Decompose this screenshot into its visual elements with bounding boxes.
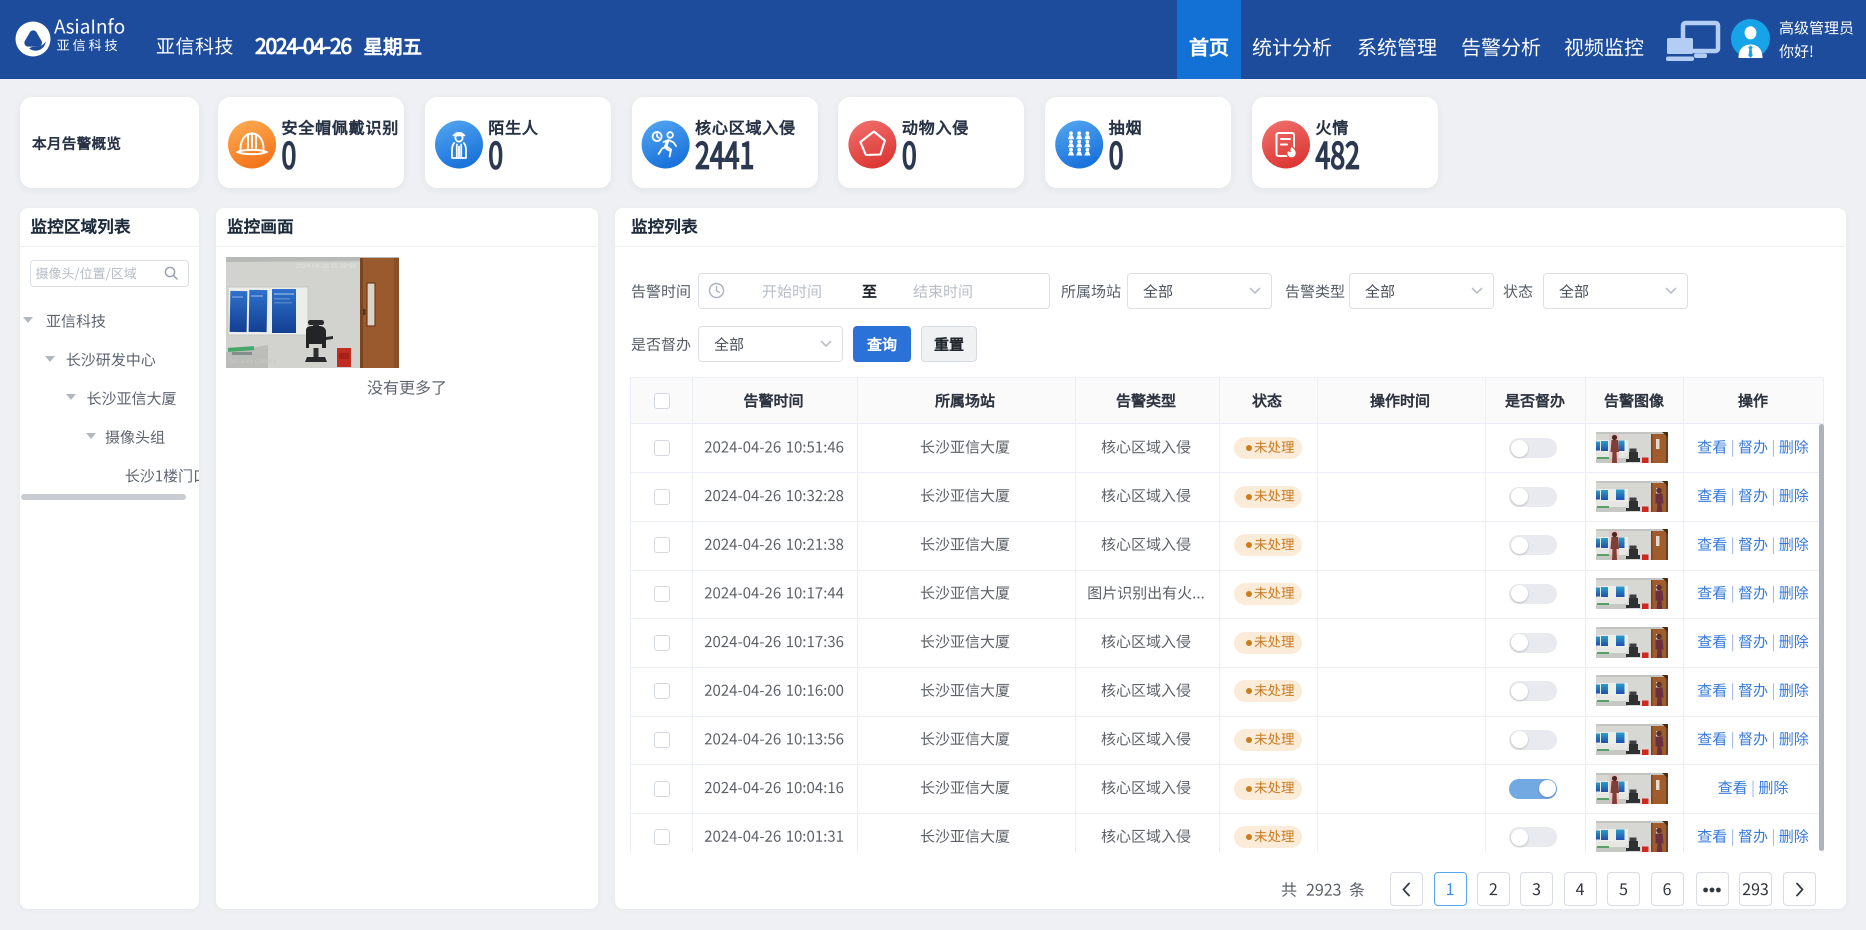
svg-text:2024-04-26 15:38:58: 2024-04-26 15:38:58 xyxy=(296,263,357,270)
svg-text:NO.1-F1 Camera: NO.1-F1 Camera xyxy=(230,359,277,365)
